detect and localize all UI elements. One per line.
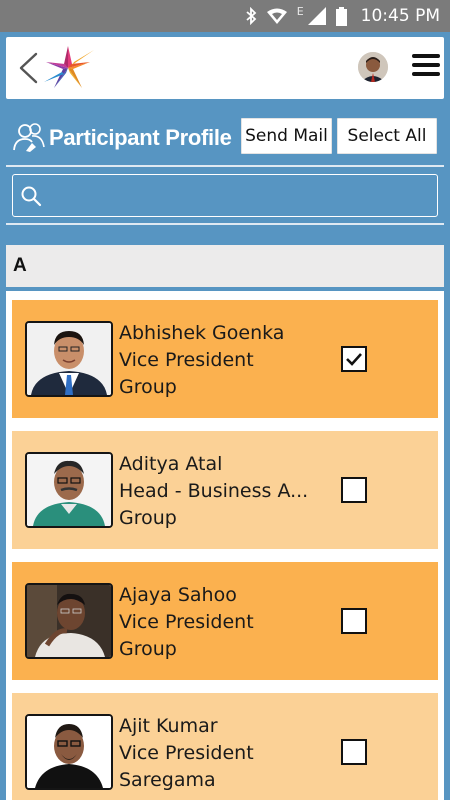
participant-list: Abhishek Goenka Vice President Group Adi…	[6, 291, 444, 800]
participant-company: Group	[119, 507, 177, 529]
app-header	[6, 37, 444, 99]
participant-info: Ajit Kumar Vice President Saregama	[119, 713, 315, 794]
participant-designation: Vice President	[119, 349, 254, 371]
participant-checkbox[interactable]	[341, 739, 367, 765]
participant-company: Saregama	[119, 769, 216, 791]
participant-checkbox[interactable]	[341, 608, 367, 634]
user-avatar[interactable]	[358, 52, 388, 82]
participant-designation: Head - Business A...	[119, 480, 309, 502]
participant-info: Aditya Atal Head - Business A... Group	[119, 451, 315, 532]
wifi-icon	[266, 8, 287, 24]
participant-name: Ajaya Sahoo	[119, 584, 237, 606]
participant-card[interactable]: Aditya Atal Head - Business A... Group	[12, 431, 438, 549]
participant-checkbox[interactable]	[341, 477, 367, 503]
battery-icon	[335, 6, 347, 26]
participant-info: Ajaya Sahoo Vice President Group	[119, 582, 315, 663]
participant-checkbox[interactable]	[341, 346, 367, 372]
participants-icon	[13, 123, 45, 152]
participant-company: Group	[119, 638, 177, 660]
select-all-button[interactable]: Select All	[337, 118, 437, 154]
participant-photo	[25, 714, 113, 790]
search-icon	[21, 186, 42, 207]
participant-name: Ajit Kumar	[119, 715, 218, 737]
send-mail-button[interactable]: Send Mail	[241, 118, 332, 154]
search-box[interactable]	[12, 174, 438, 217]
participant-designation: Vice President	[119, 742, 254, 764]
bluetooth-icon	[246, 7, 257, 25]
participant-designation: Vice President	[119, 611, 254, 633]
hamburger-menu-icon[interactable]	[412, 54, 440, 78]
network-type-label: E	[296, 4, 304, 18]
participant-card[interactable]: Abhishek Goenka Vice President Group	[12, 300, 438, 418]
status-time: 10:45 PM	[360, 6, 440, 26]
title-row: Participant Profile Send Mail Select All	[0, 116, 450, 160]
participant-info: Abhishek Goenka Vice President Group	[119, 320, 315, 401]
section-header: A	[6, 245, 444, 287]
signal-icon	[307, 7, 326, 25]
participant-name: Aditya Atal	[119, 453, 223, 475]
status-bar: E 10:45 PM	[0, 0, 450, 32]
app-logo	[44, 46, 94, 88]
page-title: Participant Profile	[49, 125, 232, 150]
participant-photo	[25, 321, 113, 397]
participant-photo	[25, 583, 113, 659]
search-input[interactable]	[49, 181, 429, 211]
divider	[6, 165, 444, 167]
checkmark-icon	[346, 353, 362, 366]
participant-card[interactable]: Ajit Kumar Vice President Saregama	[12, 693, 438, 800]
divider	[6, 223, 444, 225]
participant-name: Abhishek Goenka	[119, 322, 285, 344]
participant-card[interactable]: Ajaya Sahoo Vice President Group	[12, 562, 438, 680]
back-arrow-icon[interactable]	[16, 51, 40, 85]
participant-company: Group	[119, 376, 177, 398]
participant-photo	[25, 452, 113, 528]
